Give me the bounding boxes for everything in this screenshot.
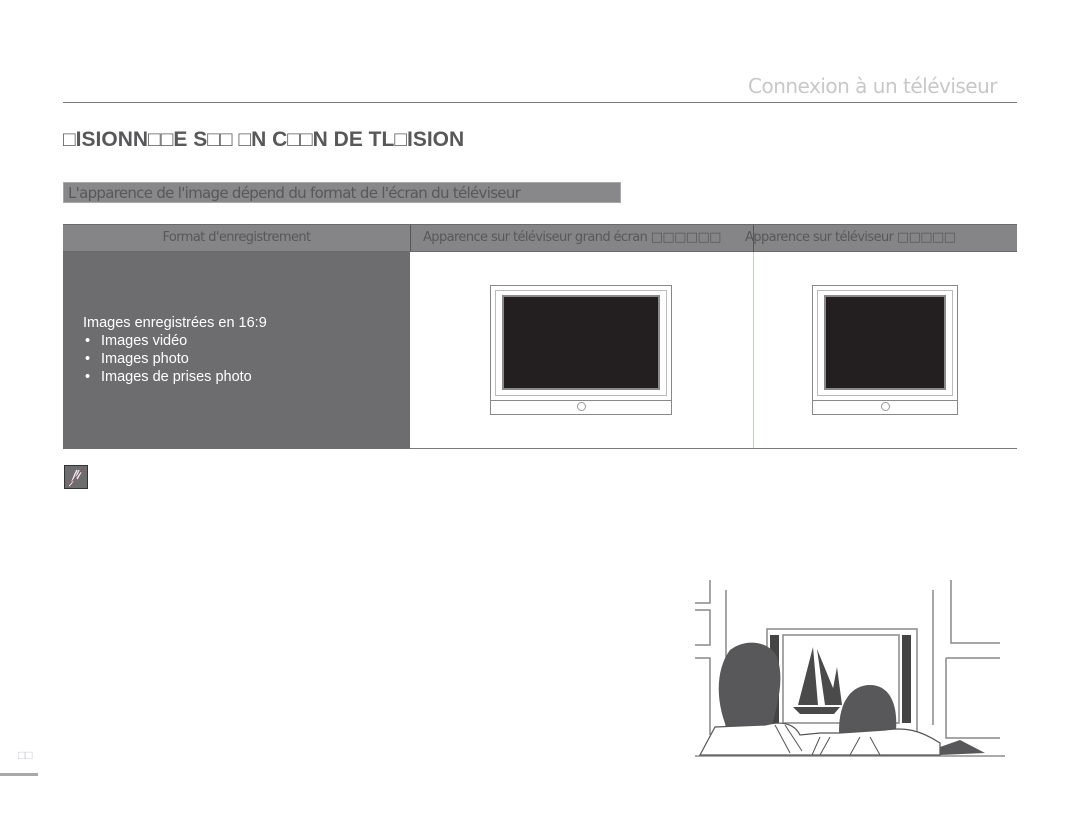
couple-watching-tv-illustration [690,575,1020,770]
format-cell: Images enregistrées en 16:9 Images vidéo… [63,252,410,449]
tv-base [490,400,672,415]
note-pencil-icon [64,465,88,489]
standard-tv-icon [812,285,958,415]
format-item: Images photo [83,350,267,368]
tv-base [812,400,958,415]
tv-power-knob [577,402,586,411]
tv-screen [502,295,660,390]
format-title: Images enregistrées en 16:9 [83,315,267,331]
info-bar-text: L'apparence de l'image dépend du format … [68,184,521,202]
widescreen-tv-icon [490,285,672,415]
format-item: Images de prises photo [83,368,267,386]
info-bar: L'apparence de l'image dépend du format … [63,182,621,203]
header-format: Format d'enregistrement [63,225,411,251]
format-list: Images vidéo Images photo Images de pris… [83,332,267,386]
page-heading: □ISIONN□□E S□□ □N C□□N DE TL□ISION [63,128,465,151]
column-divider [753,252,754,449]
header-widescreen: Apparence sur téléviseur grand écran □□□… [423,230,721,245]
format-item: Images vidéo [83,332,267,350]
tv-screen [824,295,946,390]
format-text: Images enregistrées en 16:9 Images vidéo… [83,314,267,386]
page-number-bar [0,773,38,776]
header-rule [63,102,1017,103]
header-standard: Apparence sur téléviseur □□□□□ [745,230,956,245]
table-header: Format d'enregistrement Apparence sur té… [63,224,1017,259]
tv-power-knob [881,402,890,411]
section-title: Connexion à un téléviseur [748,74,998,98]
format-table: Format d'enregistrement Apparence sur té… [63,224,1017,449]
page-number: □□ [18,748,33,762]
table-bottom-rule [410,448,1017,449]
